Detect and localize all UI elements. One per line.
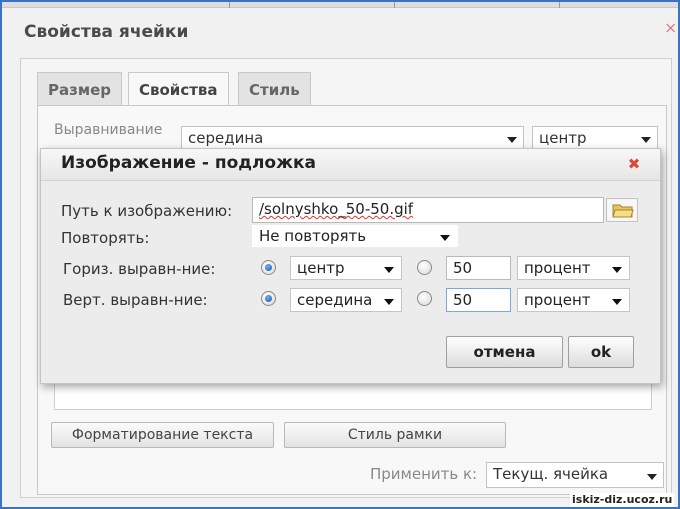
repeat-label: Повторять: (61, 229, 150, 247)
image-path-label: Путь к изображению: (61, 202, 233, 220)
apply-to-value: Текущ. ячейка (493, 465, 609, 483)
format-text-button[interactable]: Форматирование текста (51, 422, 274, 448)
apply-to-label: Применить к: (370, 465, 478, 483)
image-dialog-header: Изображение - подложка ✖ (41, 149, 660, 181)
horizontal-preset-radio[interactable] (261, 260, 276, 275)
vertical-preset-radio[interactable] (261, 291, 276, 306)
vertical-amount-value: 50 (453, 291, 473, 309)
horizontal-amount-input[interactable]: 50 (446, 256, 511, 280)
chevron-down-icon (440, 235, 450, 241)
image-dialog-title: Изображение - подложка (61, 153, 317, 173)
cell-properties-title: Свойства ячейки (24, 22, 189, 42)
image-background-dialog: Изображение - подложка ✖ Путь к изображе… (40, 148, 661, 384)
chevron-down-icon (384, 299, 394, 305)
text-align-vertical-select[interactable]: середина (181, 126, 524, 150)
horizontal-preset-select[interactable]: центр (290, 256, 402, 280)
vertical-unit-value: процент (524, 291, 591, 309)
site-watermark: iskiz-diz.ucoz.ru (570, 493, 675, 507)
cancel-button[interactable]: отмена (446, 336, 563, 368)
horizontal-preset-value: центр (297, 259, 345, 277)
tab-size[interactable]: Размер (37, 72, 123, 106)
text-align-label: Выравнивание текста: (54, 122, 163, 143)
image-path-input[interactable]: /solnyshko_50-50.gif (252, 197, 604, 223)
vertical-preset-value: середина (297, 291, 373, 309)
folder-icon (612, 204, 634, 218)
image-path-value: /solnyshko_50-50.gif (259, 200, 414, 218)
chevron-down-icon (612, 299, 622, 305)
outer-close-icon[interactable]: ⨯ (664, 20, 677, 36)
border-style-button[interactable]: Стиль рамки (284, 422, 506, 448)
text-align-horizontal-select[interactable]: центр (532, 126, 658, 150)
text-align-vertical-value: середина (188, 129, 264, 147)
repeat-value: Не повторять (259, 227, 367, 245)
vertical-align-label: Верт. выравн-ние: (63, 291, 208, 309)
repeat-select[interactable]: Не повторять (252, 225, 458, 247)
tab-properties[interactable]: Свойства (128, 72, 229, 108)
vertical-preset-select[interactable]: середина (290, 288, 402, 312)
chevron-down-icon (647, 474, 657, 480)
vertical-unit-select[interactable]: процент (517, 288, 630, 312)
close-icon[interactable]: ✖ (626, 156, 642, 172)
chevron-down-icon (384, 267, 394, 273)
horizontal-unit-select[interactable]: процент (517, 256, 630, 280)
apply-to-select[interactable]: Текущ. ячейка (486, 462, 664, 488)
horizontal-align-label: Гориз. выравн-ние: (63, 260, 216, 278)
horizontal-custom-radio[interactable] (417, 260, 432, 275)
screenshot-frame: Свойства ячейки ⨯ Размер Свойства Стиль … (0, 0, 680, 509)
horizontal-unit-value: процент (524, 259, 591, 277)
text-area-remnant (54, 380, 652, 410)
chevron-down-icon (507, 137, 517, 143)
ok-button[interactable]: ok (568, 336, 634, 368)
vertical-amount-input[interactable]: 50 (446, 288, 511, 312)
text-align-horizontal-value: центр (539, 129, 587, 147)
horizontal-amount-value: 50 (453, 259, 473, 277)
browse-folder-button[interactable] (606, 198, 638, 222)
chevron-down-icon (612, 267, 622, 273)
chevron-down-icon (641, 137, 651, 143)
vertical-custom-radio[interactable] (417, 291, 432, 306)
window-top-strip (2, 2, 678, 8)
tab-style[interactable]: Стиль (238, 72, 311, 106)
